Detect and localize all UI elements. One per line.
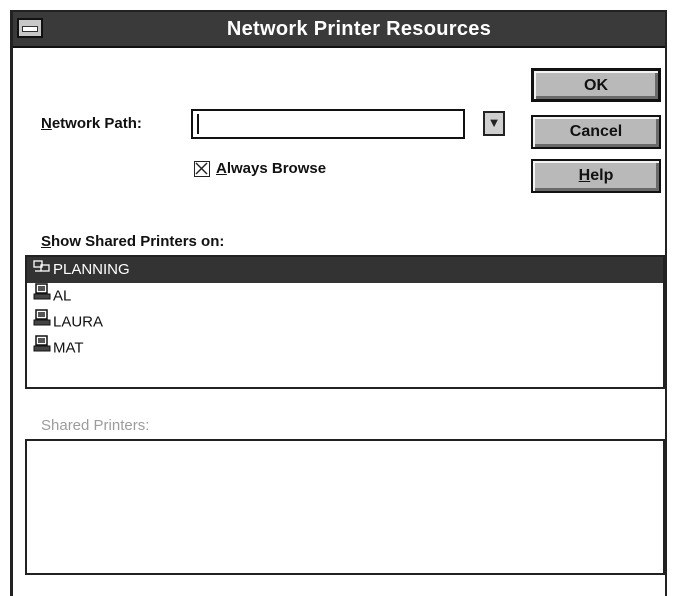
shared-printers-on-list[interactable]: PLANNING AL LAURA MAT [25,255,665,389]
title-bar[interactable]: Network Printer Resources [13,12,665,48]
show-shared-printers-on-label: Show Shared Printers on: [41,233,225,250]
dropdown-arrow-icon: ▼ [487,115,501,130]
list-item-laura[interactable]: LAURA [27,309,663,335]
checkmark-x-icon [195,162,208,175]
text-caret [197,114,199,134]
ok-button[interactable]: OK [531,68,661,102]
computer-icon [33,309,51,336]
list-item-mat[interactable]: MAT [27,335,663,361]
shared-printers-list[interactable] [25,439,665,575]
computer-icon [33,335,51,362]
list-item-planning[interactable]: PLANNING [27,257,663,283]
network-path-input[interactable] [191,109,465,139]
shared-printers-label: Shared Printers: [41,417,150,434]
list-item-al[interactable]: AL [27,283,663,309]
always-browse-label[interactable]: Always Browse [216,160,326,177]
cancel-button[interactable]: Cancel [531,115,661,149]
computer-icon [33,283,51,310]
help-button[interactable]: Help [531,159,661,193]
network-printer-resources-dialog: Network Printer Resources Network Path: … [10,10,667,596]
path-history-dropdown-button[interactable]: ▼ [483,111,505,136]
network-path-label: Network Path: [41,115,142,132]
window-title: Network Printer Resources [226,18,492,40]
always-browse-checkbox[interactable] [194,161,210,177]
system-menu-icon[interactable] [17,18,43,38]
workgroup-icon [33,257,51,283]
